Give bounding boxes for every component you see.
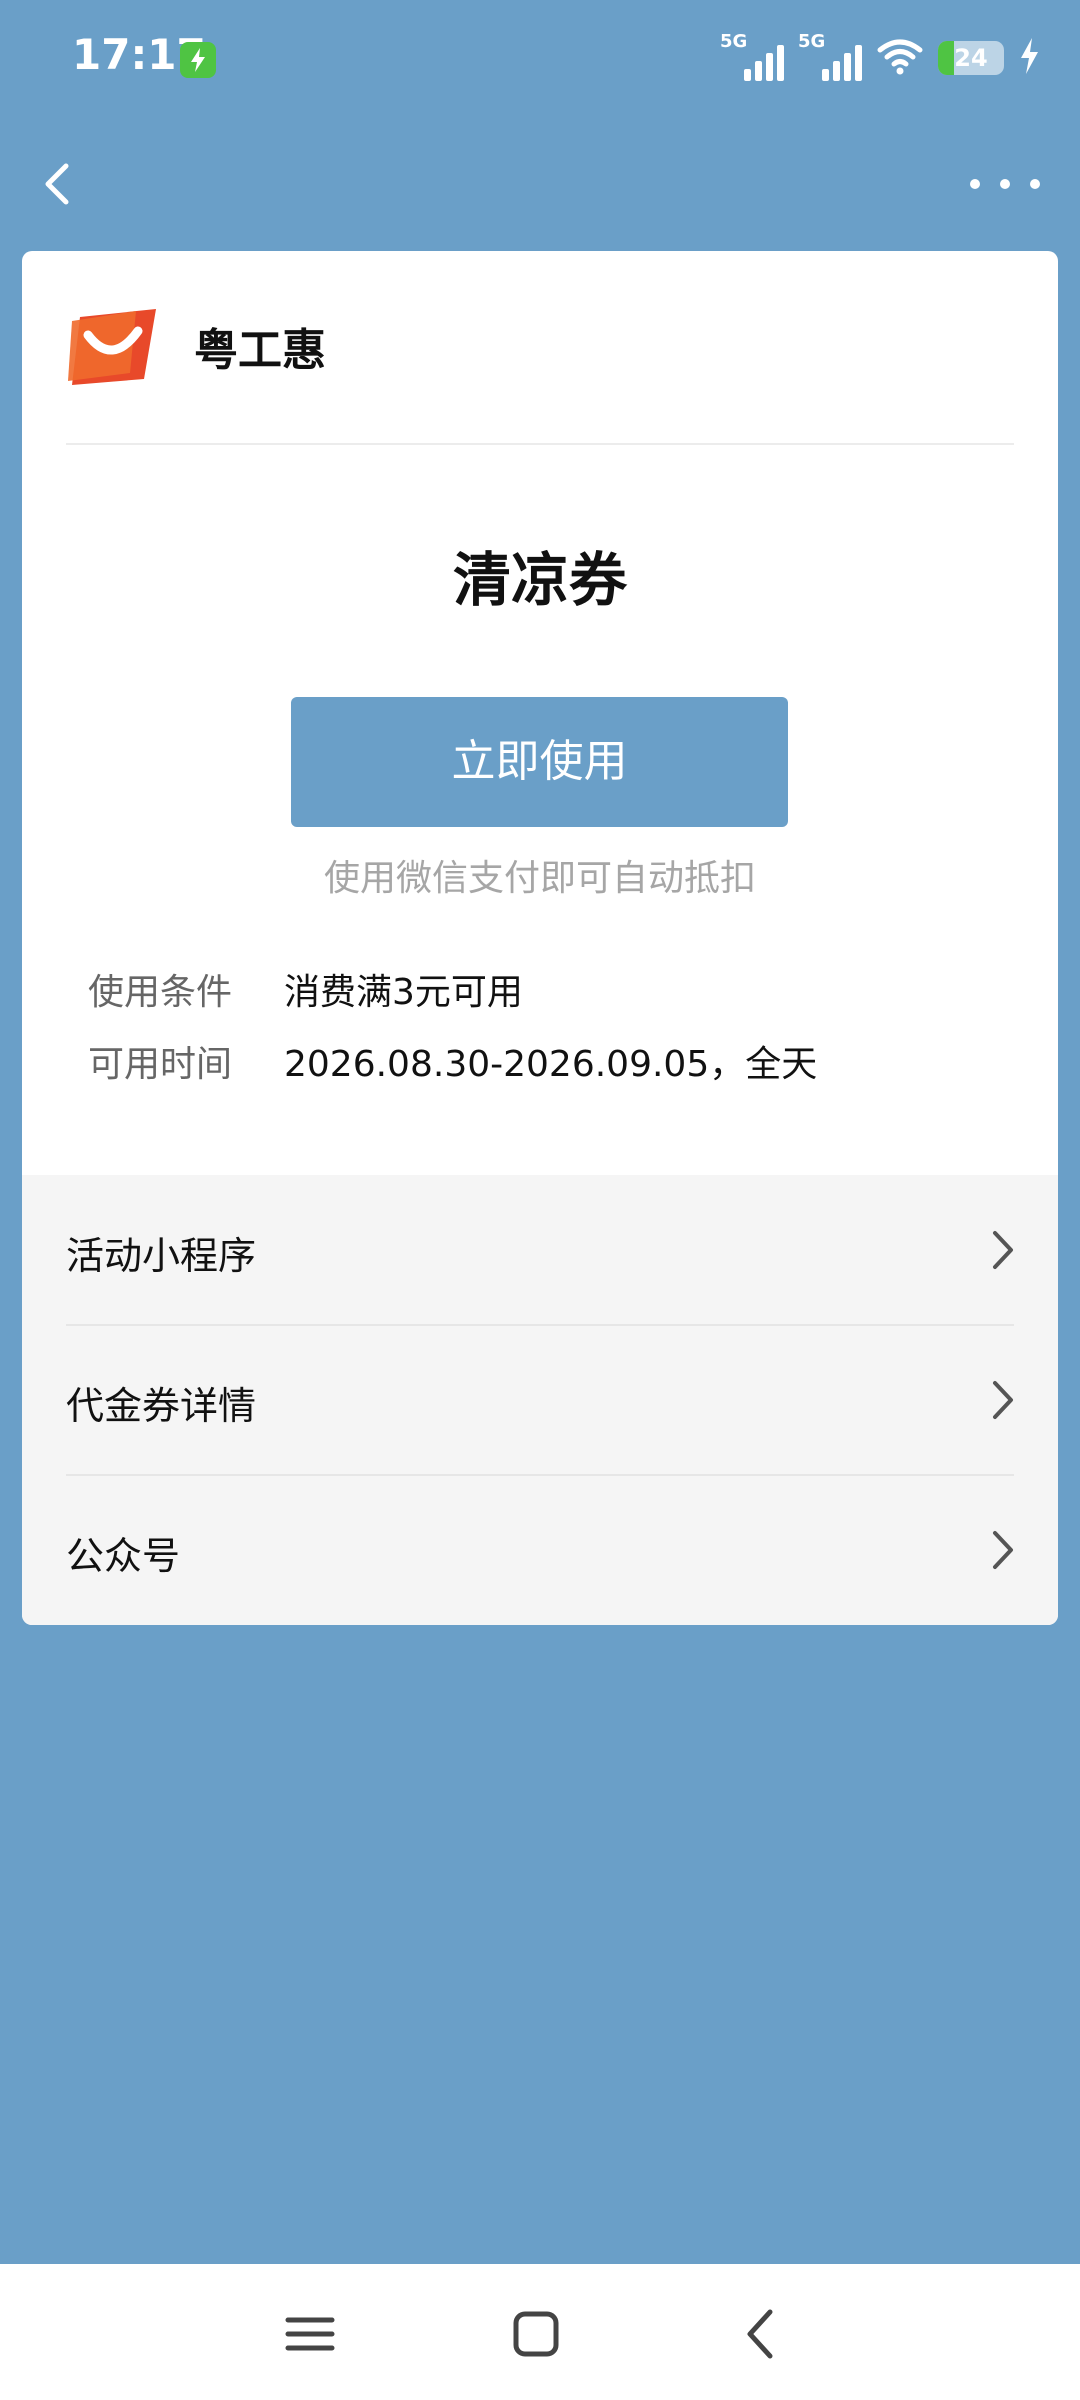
system-nav-bar — [0, 2264, 1080, 2400]
merchant-logo — [66, 301, 162, 391]
more-horizontal-icon[interactable] — [970, 162, 1040, 206]
link-label: 代金券详情 — [66, 1384, 257, 1428]
back-triangle-icon[interactable] — [722, 2294, 802, 2374]
status-icons: 5G 5G 24 — [720, 28, 1040, 88]
battery-level: 24 — [954, 44, 988, 72]
merchant-header: 粤工惠 — [66, 301, 326, 391]
links-list: 活动小程序 代金券详情 公众号 — [22, 1175, 1058, 1625]
link-official-account[interactable]: 公众号 — [22, 1475, 1058, 1625]
coupon-card: 粤工惠 清凉券 立即使用 使用微信支付即可自动抵扣 使用条件 消费满3元可用 可… — [22, 251, 1058, 1625]
status-bar: 17:17 5G 5G 24 — [0, 0, 1080, 120]
condition-row: 使用条件 消费满3元可用 — [88, 963, 523, 1015]
time-value: 2026.08.30-2026.09.05，全天 — [284, 1044, 818, 1085]
merchant-name: 粤工惠 — [194, 325, 326, 376]
condition-value: 消费满3元可用 — [284, 972, 523, 1013]
link-mini-program[interactable]: 活动小程序 — [22, 1175, 1058, 1325]
nav-bar — [0, 140, 1080, 230]
link-label: 公众号 — [66, 1534, 181, 1578]
chevron-right-icon — [990, 1528, 1016, 1572]
use-now-button[interactable]: 立即使用 — [291, 697, 788, 827]
link-label: 活动小程序 — [66, 1234, 257, 1278]
time-row: 可用时间 2026.08.30-2026.09.05，全天 — [88, 1035, 817, 1087]
condition-label: 使用条件 — [88, 972, 233, 1013]
chevron-right-icon — [990, 1378, 1016, 1422]
payment-hint: 使用微信支付即可自动抵扣 — [323, 858, 756, 899]
menu-icon[interactable] — [270, 2294, 350, 2374]
wifi-icon — [876, 36, 924, 80]
home-square-icon[interactable] — [496, 2294, 576, 2374]
chevron-right-icon — [990, 1228, 1016, 1272]
battery-icon: 24 — [938, 41, 1004, 75]
bolt-icon — [1018, 36, 1040, 80]
link-voucher-details[interactable]: 代金券详情 — [22, 1325, 1058, 1475]
chevron-left-icon[interactable] — [30, 154, 90, 214]
charging-badge-icon — [180, 42, 216, 78]
time-label: 可用时间 — [88, 1044, 233, 1085]
divider — [66, 443, 1014, 445]
coupon-title: 清凉券 — [452, 546, 627, 614]
signal-icon: 5G — [720, 31, 784, 85]
signal-icon: 5G — [798, 31, 862, 85]
